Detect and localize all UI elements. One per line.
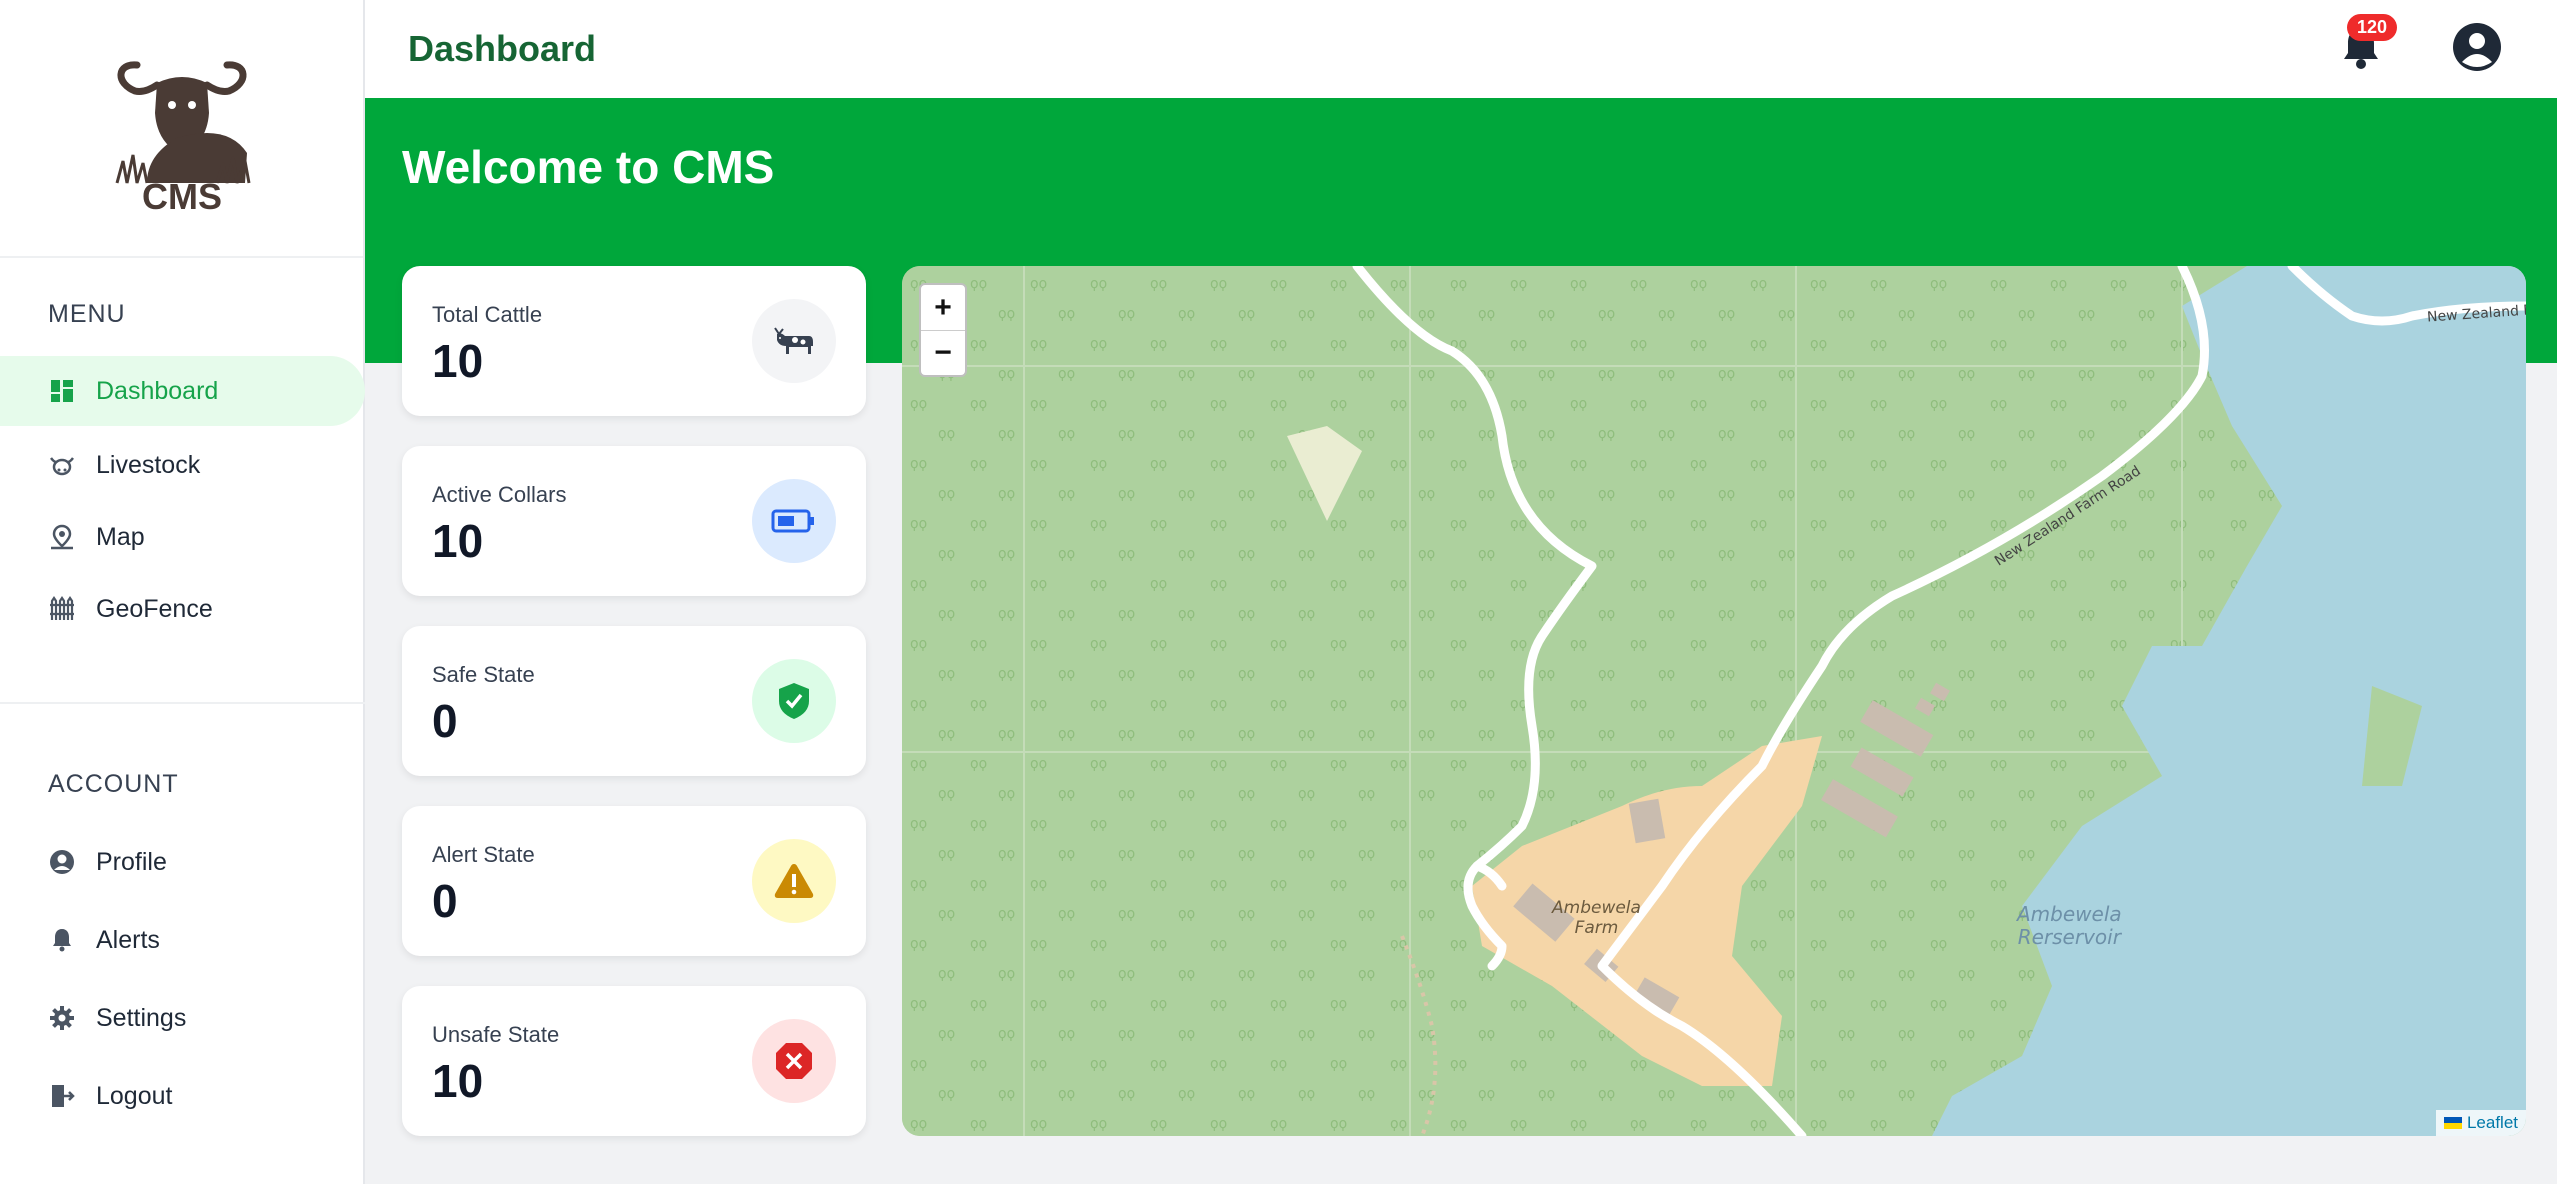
notification-count-badge: 120 (2347, 14, 2398, 41)
stat-value: 0 (432, 875, 458, 927)
x-octagon-icon (752, 1019, 836, 1103)
sidebar-item-dashboard[interactable]: Dashboard (0, 356, 365, 426)
zoom-out-button[interactable]: − (921, 330, 965, 375)
stat-label: Alert State (432, 842, 535, 867)
sidebar-divider (0, 702, 365, 704)
stat-value: 10 (432, 515, 484, 567)
menu-section-title: MENU (48, 300, 126, 328)
logout-icon (48, 1082, 76, 1110)
sidebar-item-geofence[interactable]: GeoFence (0, 574, 365, 644)
welcome-heading: Welcome to CMS (402, 141, 775, 193)
user-avatar-icon[interactable] (2452, 22, 2502, 72)
farm-label: Ambewela Farm (1552, 898, 1641, 938)
stat-value: 10 (432, 1055, 484, 1107)
sidebar-item-map[interactable]: Map (0, 502, 365, 572)
user-icon (48, 848, 76, 876)
zoom-control: + − (919, 283, 967, 377)
sidebar-item-livestock[interactable]: Livestock (0, 430, 365, 500)
sidebar-item-label: GeoFence (96, 594, 213, 623)
sidebar-item-label: Profile (96, 847, 167, 876)
zoom-in-button[interactable]: + (921, 285, 965, 330)
farm-map[interactable]: ϙϙ ϙϙ (902, 266, 2526, 1136)
stat-value: 0 (432, 695, 458, 747)
stat-label: Active Collars (432, 482, 567, 507)
stat-card-alert-state: Alert State 0 (402, 806, 866, 956)
svg-text:CMS: CMS (142, 176, 222, 213)
stat-card-active-collars: Active Collars 10 (402, 446, 866, 596)
sidebar-item-alerts[interactable]: Alerts (0, 905, 365, 975)
dashboard-icon (48, 377, 76, 405)
bell-icon (48, 926, 76, 954)
stat-card-unsafe-state: Unsafe State 10 (402, 986, 866, 1136)
warning-icon (752, 839, 836, 923)
top-header: Dashboard (365, 0, 2557, 98)
sidebar-item-label: Dashboard (96, 376, 219, 405)
stat-label: Unsafe State (432, 1022, 560, 1047)
battery-icon (752, 479, 836, 563)
stat-value: 10 (432, 335, 484, 387)
sidebar-item-label: Logout (96, 1081, 173, 1110)
sidebar: CMS MENU Dashboard Livestock Map GeoFenc… (0, 0, 365, 1184)
highland-cow-logo: CMS (115, 61, 250, 213)
reservoir-label: Ambewela Rerservoir (2017, 902, 2122, 949)
sidebar-item-profile[interactable]: Profile (0, 827, 365, 897)
sidebar-item-logout[interactable]: Logout (0, 1061, 365, 1131)
map-tiles: ϙϙ ϙϙ (902, 266, 2526, 1136)
cow-icon (752, 299, 836, 383)
ukraine-flag-icon (2443, 1117, 2462, 1129)
stat-label: Safe State (432, 662, 535, 687)
map-pin-icon (48, 523, 76, 551)
sidebar-item-label: Settings (96, 1003, 187, 1032)
sidebar-item-label: Livestock (96, 450, 201, 479)
cow-icon (48, 451, 76, 479)
logo[interactable]: CMS (0, 0, 363, 258)
sidebar-item-label: Alerts (96, 925, 160, 954)
account-section-title: ACCOUNT (48, 770, 179, 798)
fence-icon (48, 595, 76, 623)
stat-label: Total Cattle (432, 302, 543, 327)
shield-check-icon (752, 659, 836, 743)
stat-card-safe-state: Safe State 0 (402, 626, 866, 776)
gear-icon (48, 1004, 76, 1032)
stat-card-total-cattle: Total Cattle 10 (402, 266, 866, 416)
page-title: Dashboard (408, 28, 597, 69)
sidebar-item-settings[interactable]: Settings (0, 983, 365, 1053)
map-attribution[interactable]: Leaflet (2435, 1110, 2526, 1136)
attribution-link[interactable]: Leaflet (2467, 1113, 2518, 1133)
sidebar-item-label: Map (96, 522, 145, 551)
